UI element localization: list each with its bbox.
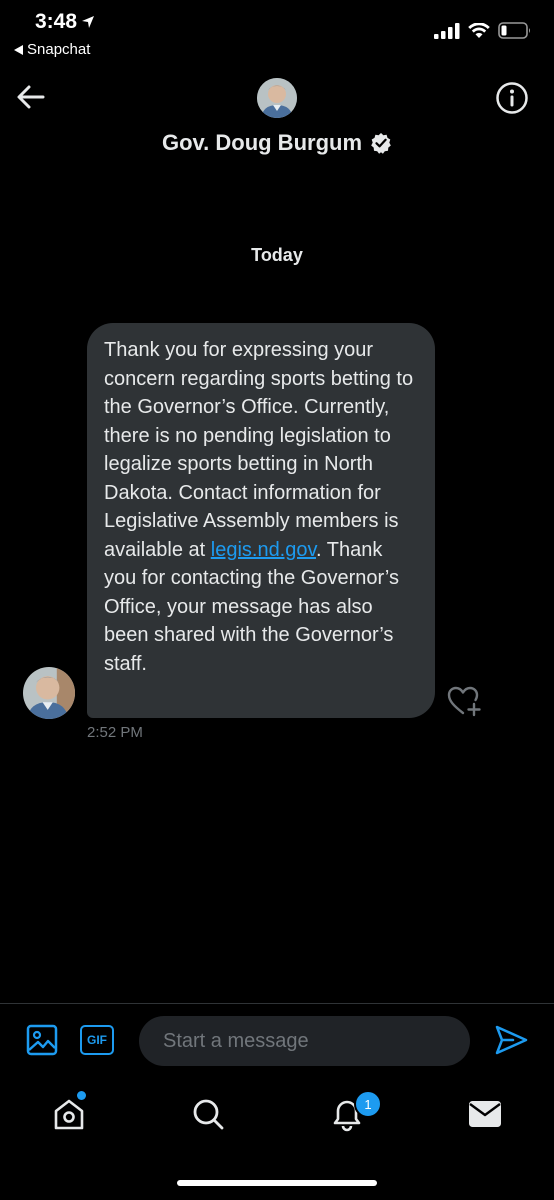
gif-button[interactable]: GIF — [80, 1025, 114, 1055]
cellular-signal-icon — [434, 22, 460, 39]
message-bubble[interactable]: Thank you for expressing your concern re… — [87, 323, 435, 718]
back-triangle-icon — [14, 44, 23, 55]
message-input[interactable] — [139, 1016, 470, 1066]
back-arrow-icon[interactable] — [14, 80, 48, 114]
battery-icon — [498, 22, 530, 39]
verified-badge-icon — [371, 133, 391, 154]
notifications-badge: 1 — [354, 1090, 382, 1118]
status-icons — [434, 22, 532, 39]
message-text: Thank you for expressing your concern re… — [104, 339, 414, 561]
status-time: 3:48 — [35, 10, 95, 34]
day-separator: Today — [251, 245, 303, 265]
message-link[interactable]: legis.nd.gov — [211, 539, 316, 561]
wifi-icon — [468, 22, 490, 38]
status-time-text: 3:48 — [35, 10, 78, 33]
dm-conversation-screen: 3:48 Snapchat Gov. Doug Burgum Today Tha… — [0, 0, 554, 1200]
back-app-label: Snapchat — [27, 41, 91, 58]
home-new-content-dot — [77, 1091, 86, 1100]
header-avatar[interactable] — [257, 78, 297, 118]
search-tab-icon[interactable] — [188, 1094, 228, 1134]
avatar-photo-icon — [23, 667, 75, 719]
add-reaction-heart-icon[interactable] — [446, 684, 482, 718]
avatar-photo-icon — [257, 78, 297, 118]
home-tab-icon[interactable] — [49, 1094, 89, 1134]
gif-label: GIF — [87, 1033, 107, 1047]
conversation-title-row: Gov. Doug Burgum — [0, 130, 554, 156]
back-to-app-link[interactable]: Snapchat — [14, 41, 90, 58]
home-indicator[interactable] — [177, 1180, 377, 1186]
message-timestamp: 2:52 PM — [87, 724, 143, 741]
info-icon[interactable] — [495, 81, 529, 115]
messages-tab-icon[interactable] — [465, 1094, 505, 1134]
conversation-title: Gov. Doug Burgum — [161, 130, 363, 155]
location-arrow-icon — [82, 16, 95, 28]
composer-divider — [0, 1003, 554, 1004]
send-icon[interactable] — [493, 1022, 529, 1058]
image-media-icon[interactable] — [25, 1023, 59, 1057]
sender-avatar[interactable] — [23, 667, 75, 719]
